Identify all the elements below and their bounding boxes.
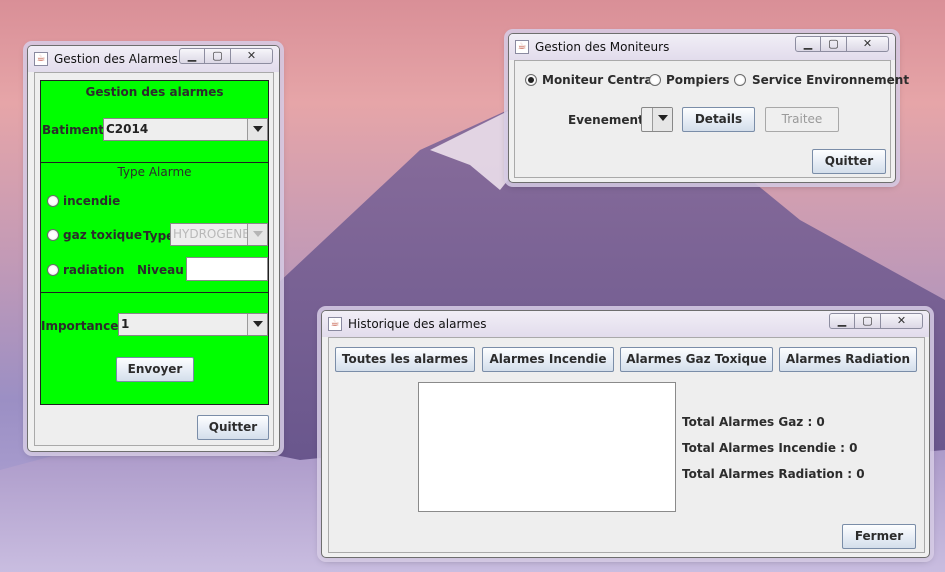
java-icon: ☕ (328, 317, 342, 331)
gaz-toxique-label: gaz toxique (63, 228, 142, 242)
java-icon: ☕ (515, 40, 529, 54)
importance-label: Importance (41, 319, 119, 333)
radio-pompiers[interactable] (649, 74, 661, 86)
radio-radiation[interactable] (47, 264, 59, 276)
gas-type-combo: HYDROGENE (170, 223, 268, 246)
history-window: ☕ Historique des alarmes ▁ ▢ ✕ Toutes le… (321, 310, 930, 558)
alarm-header-panel: Gestion des alarmes Batiment C2014 (40, 80, 269, 163)
radio-gaz-toxique[interactable] (47, 229, 59, 241)
alarm-window-titlebar[interactable]: ☕ Gestion des Alarmes ▁ ▢ ✕ (28, 46, 279, 72)
maximize-icon[interactable]: ▢ (855, 313, 881, 329)
batiment-combo[interactable]: C2014 (103, 118, 268, 141)
incendie-label: incendie (63, 194, 121, 208)
monitor-window-title: Gestion des Moniteurs (535, 40, 670, 54)
chevron-down-icon[interactable] (247, 119, 267, 140)
monitor-window-client: Moniteur Central Pompiers Service Enviro… (514, 60, 909, 178)
minimize-icon[interactable]: ▁ (795, 36, 821, 52)
radiation-alarms-button[interactable]: Alarmes Radiation (779, 347, 917, 372)
pompiers-label: Pompiers (666, 73, 730, 87)
alarm-window: ☕ Gestion des Alarmes ▁ ▢ ✕ Gestion des … (27, 45, 280, 452)
traitee-button: Traitee (765, 107, 839, 132)
minimize-icon[interactable]: ▁ (829, 313, 855, 329)
service-environnement-label: Service Environnement (752, 73, 910, 87)
radio-moniteur-central[interactable] (525, 74, 537, 86)
quitter-button[interactable]: Quitter (812, 149, 886, 174)
gaz-alarms-button[interactable]: Alarmes Gaz Toxique (620, 347, 773, 372)
alarm-history-list[interactable] (418, 382, 676, 512)
alarm-window-client: Gestion des alarmes Batiment C2014 Type … (34, 72, 274, 446)
niveau-label: Niveau (137, 263, 184, 277)
envoyer-button[interactable]: Envoyer (116, 357, 194, 382)
chevron-down-icon[interactable] (652, 108, 672, 131)
importance-panel: Importance 1 Envoyer (40, 292, 269, 405)
all-alarms-button[interactable]: Toutes les alarmes (335, 347, 475, 372)
maximize-icon[interactable]: ▢ (205, 48, 231, 64)
batiment-value: C2014 (106, 122, 149, 136)
radio-service-environnement[interactable] (734, 74, 746, 86)
importance-combo[interactable]: 1 (118, 313, 268, 336)
gas-type-value: HYDROGENE (173, 227, 250, 241)
history-window-title: Historique des alarmes (348, 317, 487, 331)
batiment-label: Batiment (42, 123, 105, 137)
moniteur-central-label: Moniteur Central (542, 73, 657, 87)
total-incendie-label: Total Alarmes Incendie : 0 (682, 441, 858, 455)
total-gaz-label: Total Alarmes Gaz : 0 (682, 415, 825, 429)
monitor-window-titlebar[interactable]: ☕ Gestion des Moniteurs ▁ ▢ ✕ (509, 34, 895, 60)
radio-incendie[interactable] (47, 195, 59, 207)
details-button[interactable]: Details (682, 107, 755, 132)
type-alarme-title: Type Alarme (117, 165, 192, 179)
history-window-titlebar[interactable]: ☕ Historique des alarmes ▁ ▢ ✕ (322, 311, 929, 337)
type-alarme-panel: Type Alarme incendie gaz toxique Type HY… (40, 162, 269, 293)
quitter-button[interactable]: Quitter (197, 415, 269, 440)
chevron-down-icon (247, 224, 267, 245)
close-icon[interactable]: ✕ (231, 48, 273, 64)
importance-value: 1 (121, 317, 130, 331)
close-icon[interactable]: ✕ (847, 36, 889, 52)
monitor-window: ☕ Gestion des Moniteurs ▁ ▢ ✕ Moniteur C… (508, 33, 909, 183)
minimize-icon[interactable]: ▁ (179, 48, 205, 64)
panel-heading: Gestion des alarmes (85, 85, 224, 99)
maximize-icon[interactable]: ▢ (821, 36, 847, 52)
radiation-label: radiation (63, 263, 125, 277)
fermer-button[interactable]: Fermer (842, 524, 916, 549)
evenement-label: Evenement (568, 113, 644, 127)
evenement-combo[interactable] (641, 107, 673, 132)
close-icon[interactable]: ✕ (881, 313, 923, 329)
total-radiation-label: Total Alarmes Radiation : 0 (682, 467, 865, 481)
alarm-window-title: Gestion des Alarmes (54, 52, 178, 66)
history-window-client: Toutes les alarmes Alarmes Incendie Alar… (328, 337, 925, 553)
incendie-alarms-button[interactable]: Alarmes Incendie (482, 347, 614, 372)
java-icon: ☕ (34, 52, 48, 66)
niveau-field[interactable] (186, 257, 268, 281)
chevron-down-icon[interactable] (247, 314, 267, 335)
